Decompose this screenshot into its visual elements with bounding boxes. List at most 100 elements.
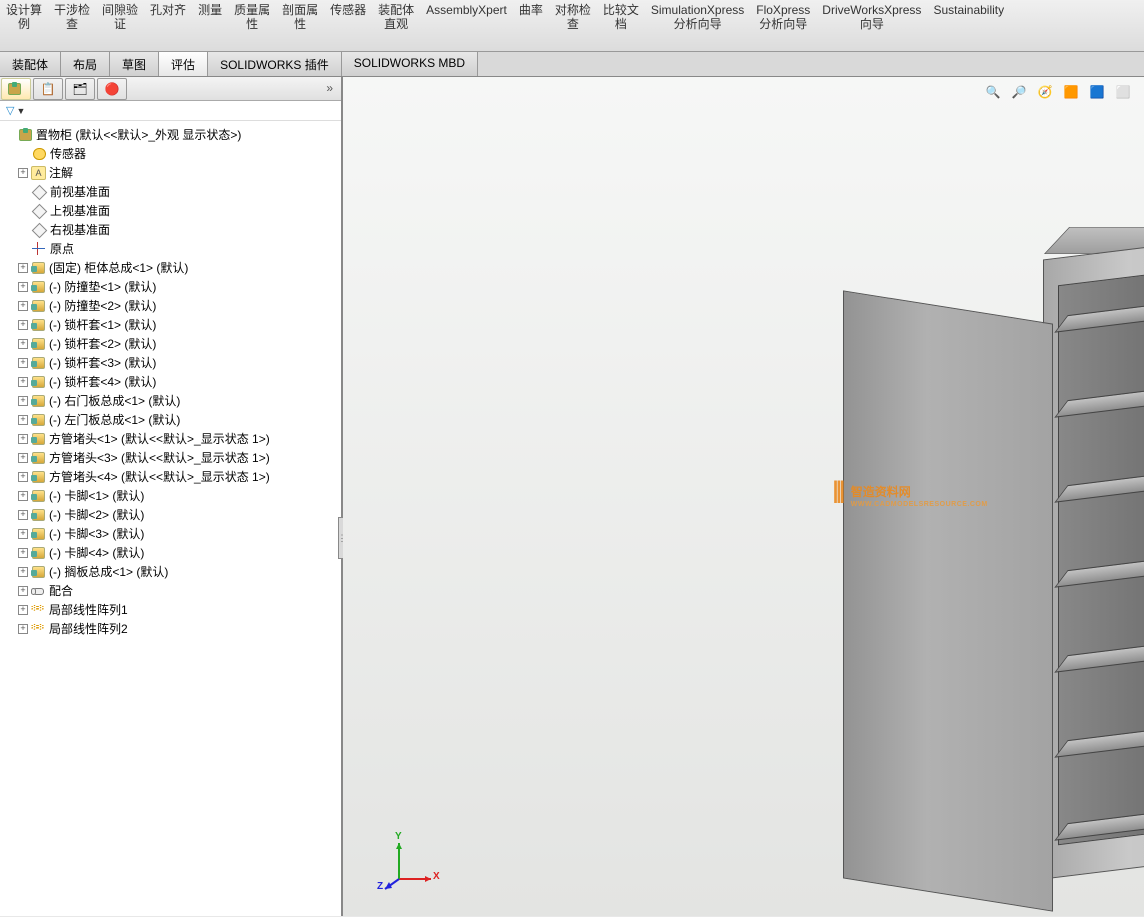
- tree-item-16[interactable]: +方管堵头<1> (默认<<默认>_显示状态 1>): [2, 429, 339, 448]
- toolbar-cmd-11[interactable]: 对称检 查: [549, 2, 597, 47]
- tree-item-label: (-) 卡脚<1> (默认): [49, 487, 144, 504]
- tree-item-label: 局部线性阵列2: [49, 620, 128, 637]
- expand-toggle[interactable]: +: [18, 491, 28, 501]
- expand-toggle[interactable]: +: [18, 301, 28, 311]
- cmd-tab-5[interactable]: SOLIDWORKS MBD: [342, 52, 478, 76]
- cmd-tab-4[interactable]: SOLIDWORKS 插件: [208, 52, 342, 76]
- toolbar-cmd-0[interactable]: 设计算 例: [0, 2, 48, 47]
- expand-toggle[interactable]: +: [18, 548, 28, 558]
- tree-item-25[interactable]: +局部线性阵列1: [2, 600, 339, 619]
- cmd-tab-1[interactable]: 布局: [61, 52, 110, 76]
- toolbar-cmd-1[interactable]: 干涉检 查: [48, 2, 96, 47]
- expand-toggle[interactable]: +: [18, 624, 28, 634]
- previous-view-icon[interactable]: 🧭: [1034, 81, 1056, 103]
- tree-item-label: (-) 防撞垫<1> (默认): [49, 278, 156, 295]
- tree-item-2[interactable]: +注解: [2, 163, 339, 182]
- expand-toggle[interactable]: +: [18, 453, 28, 463]
- tree-item-1[interactable]: 传感器: [2, 144, 339, 163]
- cmd-tab-0[interactable]: 装配体: [0, 52, 61, 76]
- toolbar-cmd-7[interactable]: 传感器: [324, 2, 372, 47]
- toolbar-cmd-9[interactable]: AssemblyXpert: [420, 2, 513, 47]
- tree-item-21[interactable]: +(-) 卡脚<3> (默认): [2, 524, 339, 543]
- toolbar-cmd-16[interactable]: Sustainability: [927, 2, 1010, 47]
- expand-toggle[interactable]: +: [18, 434, 28, 444]
- tree-item-13[interactable]: +(-) 锁杆套<4> (默认): [2, 372, 339, 391]
- tree-item-3[interactable]: 前视基准面: [2, 182, 339, 201]
- expand-toggle[interactable]: +: [18, 282, 28, 292]
- part-icon: [31, 299, 46, 313]
- tree-item-19[interactable]: + (-) 卡脚<1> (默认): [2, 486, 339, 505]
- part-icon: [31, 261, 46, 275]
- toolbar-cmd-12[interactable]: 比较文 档: [597, 2, 645, 47]
- expand-toggle[interactable]: +: [18, 567, 28, 577]
- toolbar-cmd-13[interactable]: SimulationXpress 分析向导: [645, 2, 750, 47]
- tree-item-11[interactable]: +(-) 锁杆套<2> (默认): [2, 334, 339, 353]
- tree-item-12[interactable]: +(-) 锁杆套<3> (默认): [2, 353, 339, 372]
- tree-item-23[interactable]: +(-) 搁板总成<1> (默认): [2, 562, 339, 581]
- toolbar-cmd-6[interactable]: 剖面属 性: [276, 2, 324, 47]
- tree-item-22[interactable]: +(-) 卡脚<4> (默认): [2, 543, 339, 562]
- expand-toggle[interactable]: +: [18, 358, 28, 368]
- tree-item-10[interactable]: +(-) 锁杆套<1> (默认): [2, 315, 339, 334]
- expand-toggle[interactable]: +: [18, 529, 28, 539]
- toolbar-cmd-5[interactable]: 质量属 性: [228, 2, 276, 47]
- toolbar-cmd-2[interactable]: 间隙验 证: [96, 2, 144, 47]
- tree-item-9[interactable]: +(-) 防撞垫<2> (默认): [2, 296, 339, 315]
- expand-toggle[interactable]: +: [18, 377, 28, 387]
- property-manager-tab[interactable]: 📋: [33, 78, 63, 100]
- toolbar-cmd-14[interactable]: FloXpress 分析向导: [750, 2, 816, 47]
- expand-toggle[interactable]: +: [18, 320, 28, 330]
- toolbar-cmd-10[interactable]: 曲率: [513, 2, 549, 47]
- cmd-tab-2[interactable]: 草图: [110, 52, 159, 76]
- tree-item-18[interactable]: +方管堵头<4> (默认<<默认>_显示状态 1>): [2, 467, 339, 486]
- panel-expand-toggle[interactable]: »: [318, 77, 341, 100]
- zoom-to-fit-icon[interactable]: 🔍: [982, 81, 1004, 103]
- display-style-icon[interactable]: 🟦: [1086, 81, 1108, 103]
- sensor-icon: [32, 147, 47, 161]
- toolbar-cmd-8[interactable]: 装配体 直观: [372, 2, 420, 47]
- tree-item-label: (-) 左门板总成<1> (默认): [49, 411, 180, 428]
- expand-toggle[interactable]: +: [18, 415, 28, 425]
- tree-item-24[interactable]: +配合: [2, 581, 339, 600]
- tree-filter-bar[interactable]: ▽ ▼: [0, 101, 341, 121]
- part-icon: [31, 451, 46, 465]
- tree-item-15[interactable]: + (-) 左门板总成<1> (默认): [2, 410, 339, 429]
- shelf: [1054, 639, 1144, 673]
- plane-icon: [32, 185, 47, 199]
- tree-item-8[interactable]: + (-) 防撞垫<1> (默认): [2, 277, 339, 296]
- tree-item-6[interactable]: 原点: [2, 239, 339, 258]
- command-toolbar: 设计算 例干涉检 查间隙验 证孔对齐测量质量属 性剖面属 性传感器装配体 直观A…: [0, 0, 1144, 52]
- tree-item-17[interactable]: +方管堵头<3> (默认<<默认>_显示状态 1>): [2, 448, 339, 467]
- tree-item-14[interactable]: +(-) 右门板总成<1> (默认): [2, 391, 339, 410]
- expand-toggle[interactable]: +: [18, 396, 28, 406]
- tree-item-7[interactable]: +(固定) 柜体总成<1> (默认): [2, 258, 339, 277]
- config-manager-tab[interactable]: 🗂: [65, 78, 95, 100]
- expand-toggle[interactable]: +: [18, 586, 28, 596]
- filter-dropdown-arrow[interactable]: ▼: [16, 106, 25, 116]
- tree-item-4[interactable]: 上视基准面: [2, 201, 339, 220]
- coordinate-triad: X Y Z: [379, 837, 439, 892]
- toolbar-cmd-15[interactable]: DriveWorksXpress 向导: [816, 2, 927, 47]
- toolbar-cmd-4[interactable]: 测量: [192, 2, 228, 47]
- tree-item-5[interactable]: 右视基准面: [2, 220, 339, 239]
- expand-toggle[interactable]: +: [18, 605, 28, 615]
- tree-item-26[interactable]: + 局部线性阵列2: [2, 619, 339, 638]
- expand-toggle[interactable]: +: [18, 472, 28, 482]
- tree-item-0[interactable]: 置物柜 (默认<<默认>_外观 显示状态>): [2, 125, 339, 144]
- expand-toggle[interactable]: +: [18, 168, 28, 178]
- part-icon: [31, 337, 46, 351]
- section-view-icon[interactable]: 🟧: [1060, 81, 1082, 103]
- display-manager-tab[interactable]: 🔴: [97, 78, 127, 100]
- hide-show-icon[interactable]: ⬜: [1112, 81, 1134, 103]
- graphics-viewport[interactable]: 🔍 🔎 🧭 🟧 🟦 ⬜ ⫴: [343, 77, 1144, 916]
- feature-tree-tab[interactable]: [1, 78, 31, 100]
- zoom-area-icon[interactable]: 🔎: [1008, 81, 1030, 103]
- tree-item-label: 传感器: [50, 145, 86, 162]
- tree-item-20[interactable]: +(-) 卡脚<2> (默认): [2, 505, 339, 524]
- expand-toggle[interactable]: +: [18, 263, 28, 273]
- tree-item-label: 前视基准面: [50, 183, 110, 200]
- cmd-tab-3[interactable]: 评估: [159, 52, 208, 76]
- toolbar-cmd-3[interactable]: 孔对齐: [144, 2, 192, 47]
- expand-toggle[interactable]: +: [18, 339, 28, 349]
- expand-toggle[interactable]: +: [18, 510, 28, 520]
